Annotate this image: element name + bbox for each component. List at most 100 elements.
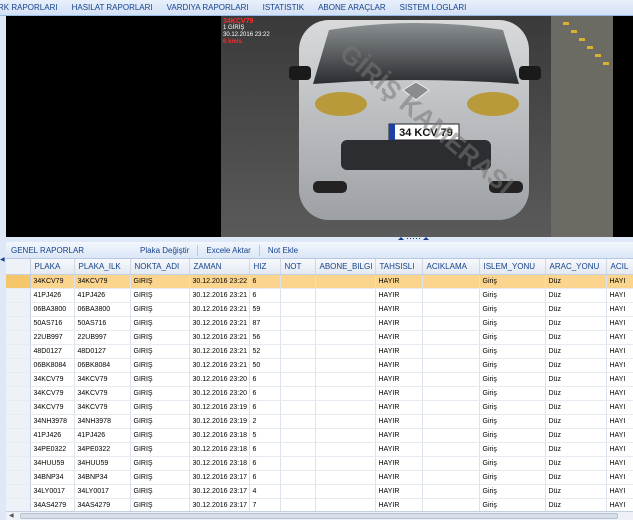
cell-zaman[interactable]: 30.12.2016 23:19 — [189, 414, 250, 429]
cell-acil[interactable]: HAYI — [606, 442, 633, 457]
cell-plaka[interactable]: 50AS716 — [30, 316, 75, 331]
cell-not[interactable] — [280, 456, 316, 471]
cell-tahsisli[interactable]: HAYIR — [375, 414, 423, 429]
cell-zaman[interactable]: 30.12.2016 23:21 — [189, 344, 250, 359]
cell-zaman[interactable]: 30.12.2016 23:20 — [189, 372, 250, 387]
menu-kart-raporlari[interactable]: RK RAPORLARI — [0, 0, 65, 16]
splitter-grip-icon[interactable] — [396, 237, 432, 241]
cell-abone-bilgi[interactable] — [315, 484, 376, 499]
cell-nokta-adi[interactable]: GIRIŞ — [130, 316, 190, 331]
cell-abone-bilgi[interactable] — [315, 372, 376, 387]
cell-islem-yonu[interactable]: Giriş — [479, 316, 546, 331]
cell-acil[interactable]: HAYI — [606, 456, 633, 471]
cell-arac-yonu[interactable]: Düz — [545, 372, 607, 387]
cell-acil[interactable]: HAYI — [606, 498, 633, 511]
row-indicator[interactable] — [6, 400, 31, 415]
table-row[interactable]: 34LY0017 34LY0017 GIRIŞ 30.12.2016 23:17 4 HA… — [6, 484, 633, 499]
cell-arac-yonu[interactable]: Düz — [545, 428, 607, 443]
cell-arac-yonu[interactable]: Düz — [545, 400, 607, 415]
cell-hiz[interactable]: 6 — [249, 386, 281, 401]
cell-acil[interactable]: HAYI — [606, 428, 633, 443]
cell-acil[interactable]: HAYI — [606, 386, 633, 401]
cell-plaka-ilk[interactable]: 22UB997 — [74, 330, 131, 345]
cell-tahsisli[interactable]: HAYIR — [375, 274, 423, 289]
cell-tahsisli[interactable]: HAYIR — [375, 498, 423, 511]
cell-hiz[interactable]: 4 — [249, 484, 281, 499]
cell-hiz[interactable]: 87 — [249, 316, 281, 331]
menu-hasilat-raporlari[interactable]: HASILAT RAPORLARI — [65, 0, 160, 16]
cell-tahsisli[interactable]: HAYIR — [375, 330, 423, 345]
cell-not[interactable] — [280, 372, 316, 387]
cell-not[interactable] — [280, 428, 316, 443]
cell-plaka-ilk[interactable]: 34NH3978 — [74, 414, 131, 429]
cell-hiz[interactable]: 6 — [249, 470, 281, 485]
cell-not[interactable] — [280, 358, 316, 373]
cell-plaka-ilk[interactable]: 50AS716 — [74, 316, 131, 331]
cell-islem-yonu[interactable]: Giriş — [479, 358, 546, 373]
cell-tahsisli[interactable]: HAYIR — [375, 288, 423, 303]
cell-arac-yonu[interactable]: Düz — [545, 274, 607, 289]
cell-islem-yonu[interactable]: Giriş — [479, 372, 546, 387]
cell-acil[interactable]: HAYI — [606, 470, 633, 485]
cell-zaman[interactable]: 30.12.2016 23:19 — [189, 400, 250, 415]
cell-arac-yonu[interactable]: Düz — [545, 288, 607, 303]
cell-abone-bilgi[interactable] — [315, 330, 376, 345]
cell-aciklama[interactable] — [422, 442, 480, 457]
cell-plaka-ilk[interactable]: 34KCV79 — [74, 274, 131, 289]
row-indicator[interactable] — [6, 372, 31, 387]
cell-plaka[interactable]: 34PE0322 — [30, 442, 75, 457]
cell-abone-bilgi[interactable] — [315, 442, 376, 457]
cell-acil[interactable]: HAYI — [606, 344, 633, 359]
row-indicator[interactable] — [6, 302, 31, 317]
scroll-left-arrow-icon[interactable]: ◀ — [9, 512, 14, 520]
cell-acil[interactable]: HAYI — [606, 414, 633, 429]
cell-abone-bilgi[interactable] — [315, 428, 376, 443]
row-indicator[interactable] — [6, 442, 31, 457]
cell-abone-bilgi[interactable] — [315, 288, 376, 303]
cell-nokta-adi[interactable]: GIRIŞ — [130, 484, 190, 499]
cell-plaka-ilk[interactable]: 34AS4279 — [74, 498, 131, 511]
cell-plaka[interactable]: 22UB997 — [30, 330, 75, 345]
cell-plaka-ilk[interactable]: 34HUU59 — [74, 456, 131, 471]
cell-acil[interactable]: HAYI — [606, 372, 633, 387]
table-row[interactable]: 34KCV79 34KCV79 GIRIŞ 30.12.2016 23:20 6 HAYI… — [6, 386, 633, 401]
cell-tahsisli[interactable]: HAYIR — [375, 344, 423, 359]
cell-acil[interactable]: HAYI — [606, 316, 633, 331]
cell-tahsisli[interactable]: HAYIR — [375, 302, 423, 317]
cell-aciklama[interactable] — [422, 456, 480, 471]
column-header-aciklama[interactable]: ACIKLAMA — [422, 259, 480, 275]
cell-islem-yonu[interactable]: Giriş — [479, 330, 546, 345]
cell-nokta-adi[interactable]: GIRIŞ — [130, 274, 190, 289]
row-indicator[interactable] — [6, 386, 31, 401]
cell-hiz[interactable]: 6 — [249, 400, 281, 415]
cell-zaman[interactable]: 30.12.2016 23:21 — [189, 358, 250, 373]
cell-not[interactable] — [280, 288, 316, 303]
cell-zaman[interactable]: 30.12.2016 23:22 — [189, 274, 250, 289]
cell-plaka-ilk[interactable]: 41PJ426 — [74, 428, 131, 443]
row-indicator[interactable] — [6, 316, 31, 331]
cell-aciklama[interactable] — [422, 484, 480, 499]
cell-nokta-adi[interactable]: GIRIŞ — [130, 442, 190, 457]
cell-nokta-adi[interactable]: GIRIŞ — [130, 470, 190, 485]
cell-not[interactable] — [280, 386, 316, 401]
menu-sistem-loglari[interactable]: SISTEM LOGLARI — [393, 0, 474, 16]
menu-vardiya-raporlari[interactable]: VARDIYA RAPORLARI — [160, 0, 256, 16]
cell-arac-yonu[interactable]: Düz — [545, 456, 607, 471]
column-header-plaka-ilk[interactable]: PLAKA_ILK — [74, 259, 131, 275]
cell-hiz[interactable]: 6 — [249, 442, 281, 457]
cell-aciklama[interactable] — [422, 372, 480, 387]
cell-zaman[interactable]: 30.12.2016 23:21 — [189, 316, 250, 331]
cell-tahsisli[interactable]: HAYIR — [375, 456, 423, 471]
cell-hiz[interactable]: 2 — [249, 414, 281, 429]
cell-islem-yonu[interactable]: Giriş — [479, 344, 546, 359]
row-indicator[interactable] — [6, 330, 31, 345]
cell-aciklama[interactable] — [422, 302, 480, 317]
cell-abone-bilgi[interactable] — [315, 302, 376, 317]
cell-aciklama[interactable] — [422, 316, 480, 331]
table-row[interactable]: 34PE0322 34PE0322 GIRIŞ 30.12.2016 23:18 6 HA… — [6, 442, 633, 457]
row-indicator[interactable] — [6, 344, 31, 359]
cell-not[interactable] — [280, 316, 316, 331]
cell-zaman[interactable]: 30.12.2016 23:18 — [189, 428, 250, 443]
cell-hiz[interactable]: 59 — [249, 302, 281, 317]
cell-abone-bilgi[interactable] — [315, 400, 376, 415]
